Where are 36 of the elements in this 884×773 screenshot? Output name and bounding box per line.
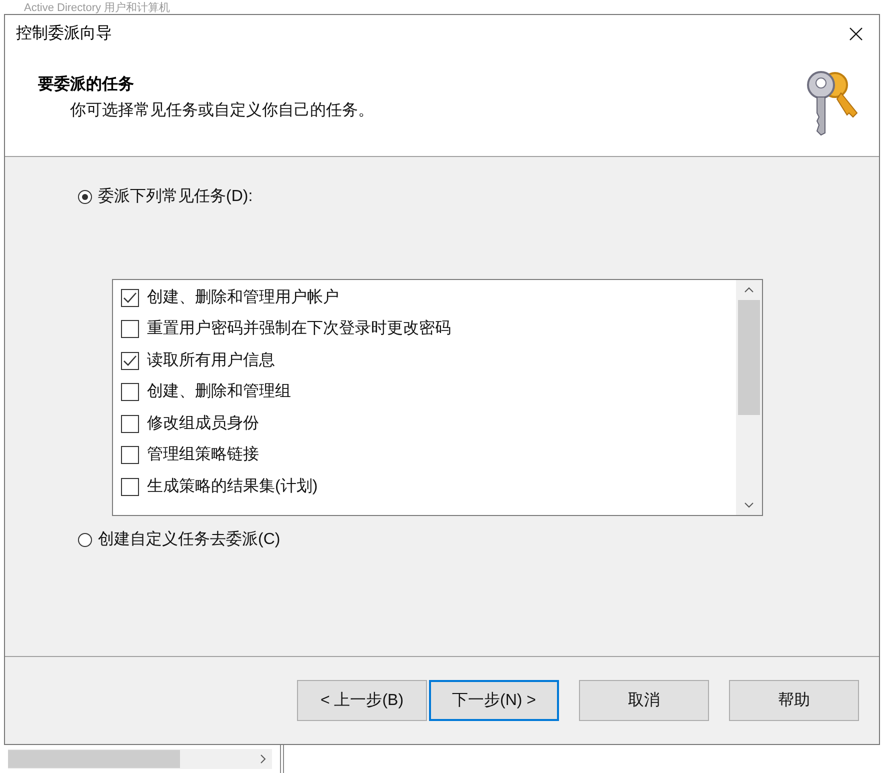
header-title: 要委派的任务 [38, 74, 135, 95]
task-label: 创建、删除和管理用户帐户 [147, 288, 339, 308]
scroll-right-icon [258, 753, 268, 765]
checkbox[interactable] [121, 414, 139, 433]
scrollbar-thumb[interactable] [738, 300, 760, 415]
radio-label: 创建自定义任务去委派(C) [98, 530, 280, 550]
wizard-button[interactable]: 下一步(N) > [429, 680, 559, 721]
checkbox[interactable] [121, 478, 139, 496]
wizard-button[interactable]: 帮助 [729, 680, 859, 721]
checkbox[interactable] [121, 446, 139, 464]
check-icon [123, 292, 137, 304]
scroll-down-icon [744, 502, 754, 508]
task-label: 重置用户密码并强制在下次登录时更改密码 [147, 318, 451, 340]
radio-label: 委派下列常见任务(D): [98, 186, 253, 207]
check-icon [123, 354, 137, 367]
checkbox[interactable] [121, 383, 139, 402]
task-label: 生成策略的结果集(计划) [147, 476, 318, 497]
radio-button[interactable] [78, 190, 92, 204]
task-label: 管理组策略链接 [147, 444, 259, 466]
radio-button[interactable] [78, 533, 92, 547]
task-label: 创建、删除和管理组 [147, 382, 291, 402]
wizard-button[interactable]: < 上一步(B) [297, 680, 427, 721]
close-icon [849, 27, 863, 41]
scrollbar-thumb[interactable] [8, 750, 180, 768]
wizard-button[interactable]: 取消 [579, 680, 709, 721]
scrollbar[interactable] [736, 280, 762, 515]
task-label: 读取所有用户信息 [147, 350, 275, 371]
checkbox[interactable] [121, 320, 139, 338]
window-title: 控制委派向导 [16, 24, 112, 44]
checkbox[interactable] [121, 288, 139, 307]
background-window-title: Active Directory 用户和计算机 [24, 2, 170, 14]
horizontal-scrollbar[interactable] [8, 749, 272, 769]
task-label: 修改组成员身份 [147, 414, 259, 434]
header-subtitle: 你可选择常见任务或自定义你自己的任务。 [69, 100, 374, 121]
scroll-up-icon [744, 287, 754, 293]
checkbox[interactable] [121, 352, 139, 370]
